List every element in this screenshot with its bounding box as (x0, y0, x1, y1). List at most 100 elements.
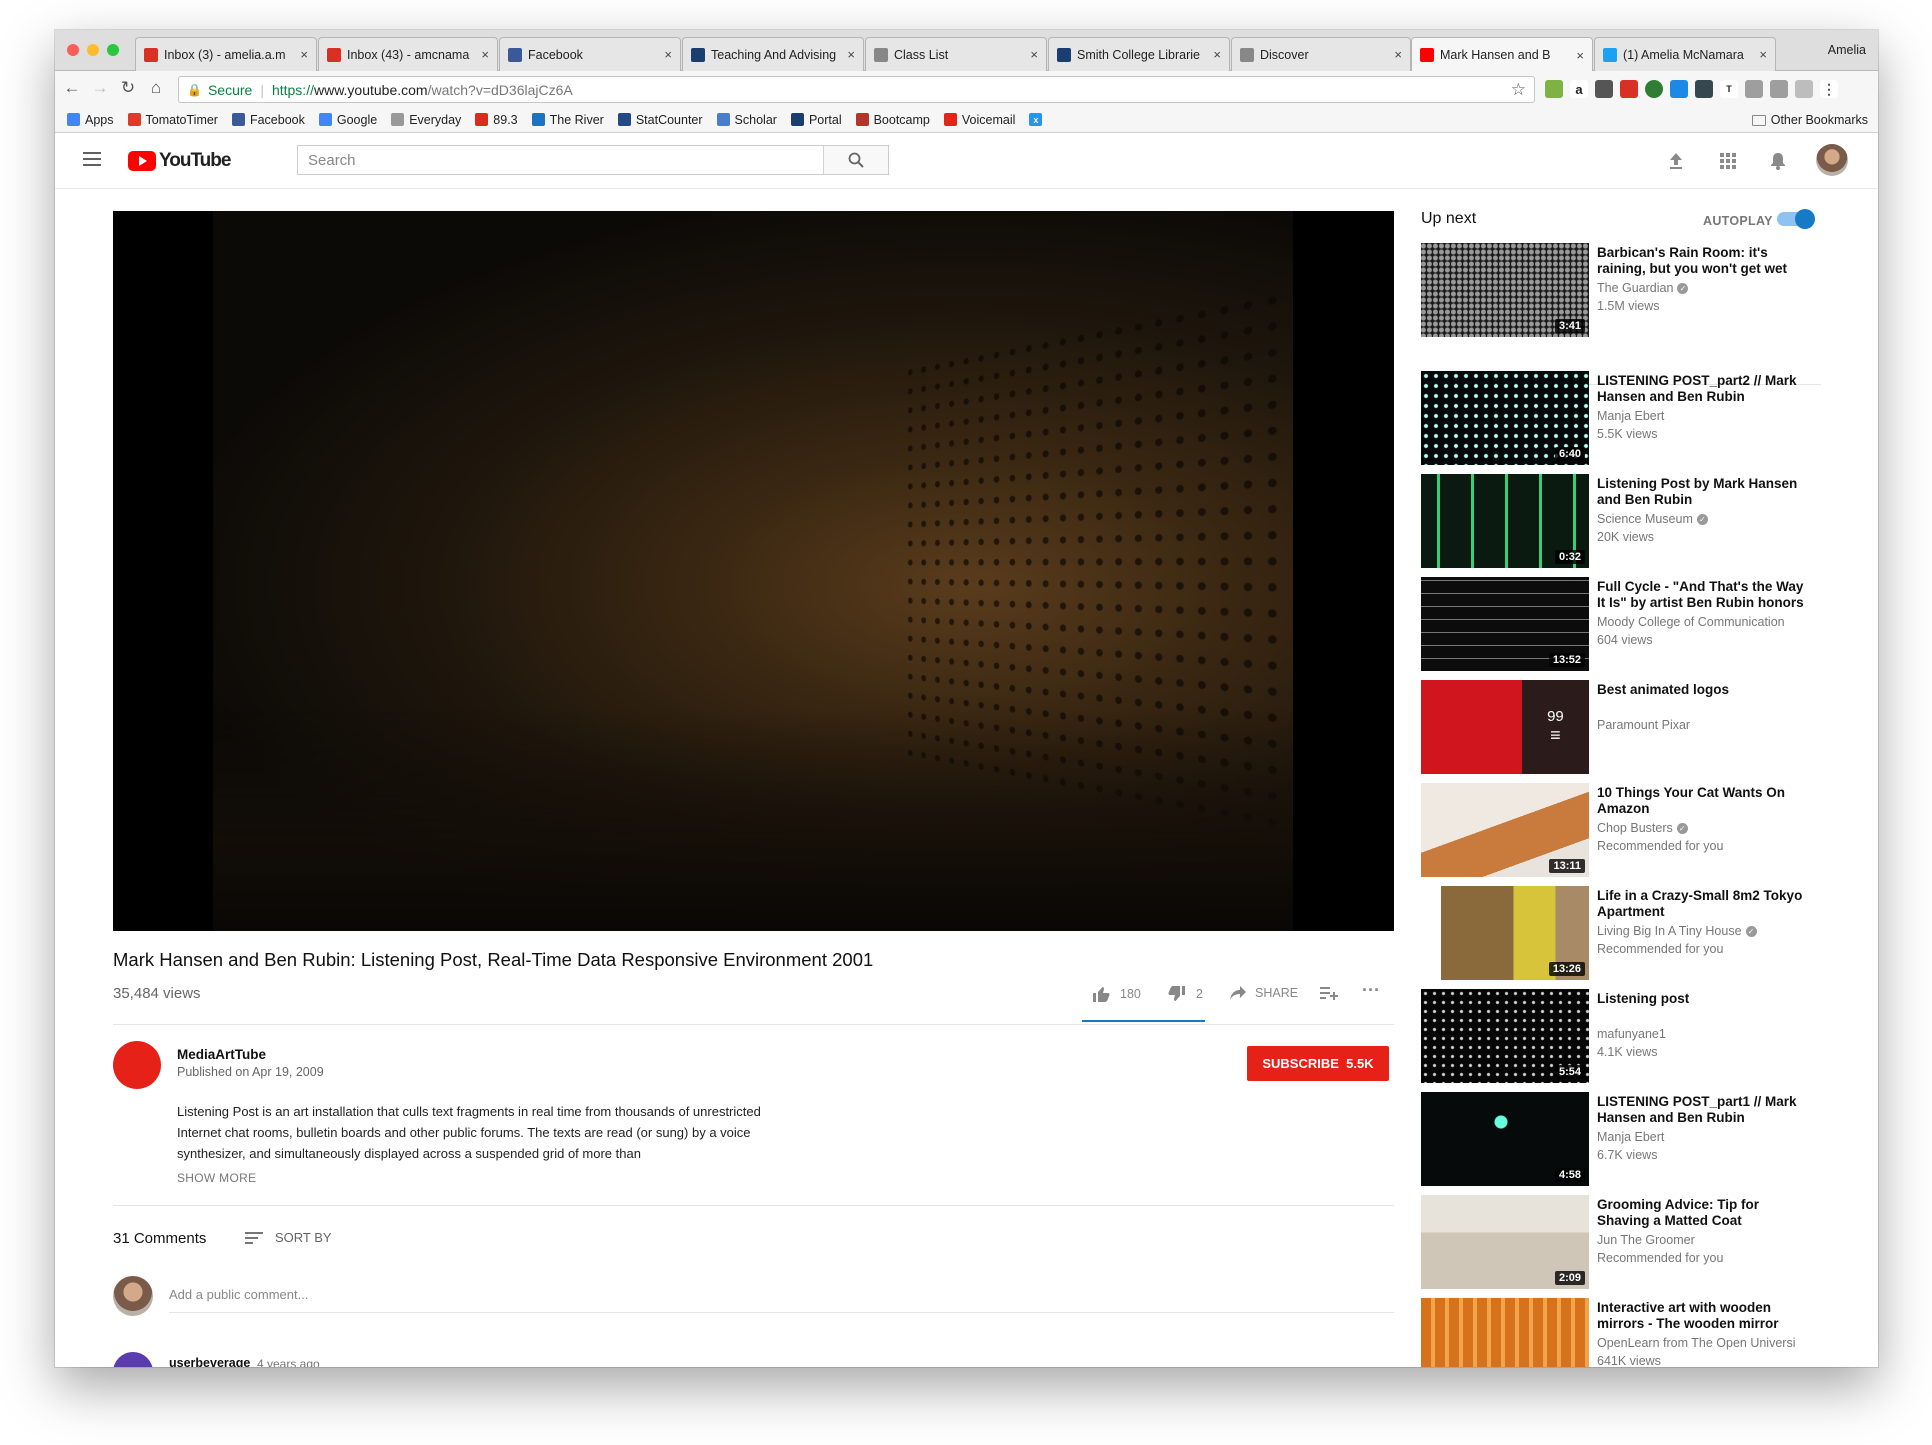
search-input[interactable] (298, 146, 823, 174)
close-window-button[interactable] (67, 44, 79, 56)
sa-extension-icon[interactable] (1745, 80, 1763, 98)
bookmark-item[interactable]: Scholar (716, 113, 777, 127)
browser-tab[interactable]: Teaching And Advising × (682, 37, 864, 71)
more-actions-icon[interactable]: ··· (1362, 980, 1380, 1001)
tab-close-icon[interactable]: × (481, 47, 489, 62)
browser-tab[interactable]: Inbox (43) - amcnama × (318, 37, 498, 71)
bookmark-item[interactable]: The River (531, 113, 604, 127)
back-button[interactable]: ← (61, 77, 83, 99)
tab-close-icon[interactable]: × (1030, 47, 1038, 62)
browser-tab[interactable]: Class List × (865, 37, 1047, 71)
tab-close-icon[interactable]: × (300, 47, 308, 62)
bookmark-item[interactable]: StatCounter (617, 113, 703, 127)
comment-time[interactable]: 4 years ago (257, 1357, 320, 1367)
video-thumbnail[interactable]: 99 ≡ (1421, 680, 1589, 774)
video-thumbnail[interactable]: 13:52 (1421, 577, 1589, 671)
up-next-video[interactable]: 3:41 Barbican's Rain Room: it's raining, … (1421, 243, 1841, 339)
youtube-logo[interactable]: YouTube (128, 150, 231, 172)
reload-button[interactable]: ↻ (117, 77, 139, 99)
home-button[interactable]: ⌂ (145, 77, 167, 99)
show-more-button[interactable]: SHOW MORE (177, 1171, 256, 1185)
like-button[interactable]: 180 (1092, 986, 1141, 1002)
autoplay-toggle[interactable] (1777, 209, 1815, 229)
tex-extension-icon[interactable]: T (1720, 80, 1738, 98)
up-next-title[interactable]: Full Cycle - "And That's the Way It Is" … (1597, 579, 1807, 611)
up-next-video[interactable]: 13:52 Full Cycle - "And That's the Way It… (1421, 577, 1841, 673)
tab-close-icon[interactable]: × (847, 47, 855, 62)
blue-extension-icon[interactable] (1670, 80, 1688, 98)
browser-tab[interactable]: (1) Amelia McNamara × (1594, 37, 1776, 71)
up-next-title[interactable]: Best animated logos (1597, 682, 1807, 698)
bookmark-extra[interactable]: x (1029, 113, 1047, 126)
add-to-playlist-button[interactable] (1320, 986, 1338, 1000)
video-player[interactable] (113, 211, 1394, 931)
upload-icon[interactable] (1664, 149, 1688, 173)
comment-author[interactable]: userbeverage (169, 1356, 250, 1367)
video-thumbnail[interactable]: 6:40 (1421, 371, 1589, 465)
tab-close-icon[interactable]: × (1213, 47, 1221, 62)
video-thumbnail[interactable]: 2:09 (1421, 1195, 1589, 1289)
calendar-extension-icon[interactable] (1545, 80, 1563, 98)
notifications-bell-icon[interactable] (1766, 149, 1790, 173)
address-bar[interactable]: 🔒 Secure | https://www.youtube.com/watch… (178, 76, 1535, 103)
subscribe-button[interactable]: SUBSCRIBE 5.5K (1247, 1046, 1389, 1081)
pocket-extension-icon[interactable] (1695, 80, 1713, 98)
browser-tab[interactable]: Facebook × (499, 37, 681, 71)
browser-tab[interactable]: Mark Hansen and B × (1411, 37, 1593, 72)
up-next-title[interactable]: Interactive art with wooden mirrors - Th… (1597, 1300, 1807, 1332)
sort-comments-button[interactable]: SORT BY (245, 1230, 332, 1245)
up-next-video[interactable]: 13:26 Life in a Crazy-Small 8m2 Tokyo Apa… (1421, 886, 1841, 982)
up-next-title[interactable]: Life in a Crazy-Small 8m2 Tokyo Apartmen… (1597, 888, 1807, 920)
video-thumbnail[interactable] (1421, 1298, 1589, 1367)
tab-close-icon[interactable]: × (1759, 47, 1767, 62)
video-thumbnail[interactable]: 3:41 (1421, 243, 1589, 337)
video-thumbnail[interactable]: 0:32 (1421, 474, 1589, 568)
channel-avatar[interactable] (113, 1041, 161, 1089)
bookmark-item[interactable]: TomatoTimer (127, 113, 218, 127)
video-thumbnail[interactable]: 4:58 (1421, 1092, 1589, 1186)
account-avatar[interactable] (1816, 144, 1848, 176)
video-thumbnail[interactable]: 5:54 (1421, 989, 1589, 1083)
up-next-title[interactable]: Listening post (1597, 991, 1807, 1007)
up-next-video[interactable]: 13:11 10 Things Your Cat Wants On Amazon C… (1421, 783, 1841, 879)
forward-button[interactable]: → (89, 77, 111, 99)
counter-extension-icon[interactable] (1595, 80, 1613, 98)
gray-extension-icon[interactable] (1770, 80, 1788, 98)
up-next-title[interactable]: LISTENING POST_part2 // Mark Hansen and … (1597, 373, 1807, 405)
minimize-window-button[interactable] (87, 44, 99, 56)
share-button[interactable]: SHARE (1230, 986, 1298, 1000)
bookmark-item[interactable]: Google (318, 113, 377, 127)
tab-close-icon[interactable]: × (664, 47, 672, 62)
block-extension-icon[interactable] (1620, 80, 1638, 98)
tab-close-icon[interactable]: × (1394, 47, 1402, 62)
maximize-window-button[interactable] (107, 44, 119, 56)
menu-icon[interactable]: ⋮ (1820, 80, 1838, 98)
up-next-video[interactable]: 4:58 LISTENING POST_part1 // Mark Hansen … (1421, 1092, 1841, 1188)
search-button[interactable] (823, 146, 888, 174)
profile-name[interactable]: Amelia (1828, 43, 1866, 57)
bookmark-item[interactable]: Everyday (391, 113, 461, 127)
comment-input[interactable]: Add a public comment... (169, 1287, 1394, 1313)
up-next-title[interactable]: Listening Post by Mark Hansen and Ben Ru… (1597, 476, 1807, 508)
up-next-video[interactable]: 6:40 LISTENING POST_part2 // Mark Hansen … (1421, 371, 1841, 467)
channel-name[interactable]: MediaArtTube (177, 1047, 266, 1062)
amazon-extension-icon[interactable]: a (1570, 80, 1588, 98)
up-next-video[interactable]: 2:09 Grooming Advice: Tip for Shaving a M… (1421, 1195, 1841, 1291)
guide-menu-icon[interactable] (83, 152, 101, 166)
bookmark-item[interactable]: Facebook (231, 113, 305, 127)
bookmark-item[interactable]: 89.3 (475, 113, 518, 127)
bookmark-item[interactable]: Portal (790, 113, 842, 127)
up-next-video[interactable]: 5:54 Listening post mafunyane1 4.1K views (1421, 989, 1841, 1085)
up-next-video[interactable]: Interactive art with wooden mirrors - Th… (1421, 1298, 1841, 1367)
browser-tab[interactable]: Inbox (3) - amelia.a.m × (135, 37, 317, 71)
apps-grid-icon[interactable] (1716, 149, 1740, 173)
bookmark-item[interactable]: Voicemail (943, 113, 1015, 127)
browser-tab[interactable]: Discover × (1231, 37, 1411, 71)
green-extension-icon[interactable] (1645, 80, 1663, 98)
up-next-title[interactable]: Barbican's Rain Room: it's raining, but … (1597, 245, 1807, 277)
bookmark-item[interactable]: Apps (67, 113, 114, 127)
bookmark-star-icon[interactable]: ☆ (1511, 80, 1526, 100)
up-next-title[interactable]: Grooming Advice: Tip for Shaving a Matte… (1597, 1197, 1807, 1229)
up-next-video[interactable]: 99 ≡ Best animated logos Paramount Pixar (1421, 680, 1841, 776)
comment-author-avatar[interactable] (113, 1352, 153, 1367)
